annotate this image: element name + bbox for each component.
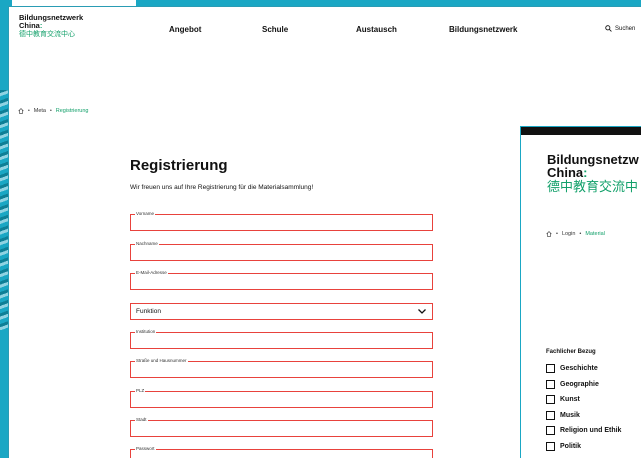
institution-label: Institution: [135, 329, 157, 335]
breadcrumb-separator: •: [579, 231, 582, 237]
filter-item[interactable]: Geographie: [546, 377, 621, 393]
overlay-breadcrumb-login[interactable]: Login: [562, 231, 575, 237]
search-button[interactable]: Suchen: [605, 25, 635, 32]
overlay-logo-colon-icon: :: [583, 165, 588, 180]
checkbox[interactable]: [546, 364, 555, 374]
search-icon: [605, 25, 612, 32]
email-label: E-Mail-Adresse: [135, 270, 168, 276]
street-label: Straße und Hausnummer: [135, 358, 188, 364]
overlay-top-bar: [521, 127, 641, 135]
stadt-label: Stadt: [135, 417, 148, 423]
logo-colon-icon: :: [39, 21, 43, 30]
overlay-logo-line-2: China: [547, 165, 584, 180]
funktion-select[interactable]: Funktion: [130, 303, 433, 320]
vorname-label: Vorname: [135, 211, 156, 217]
checkbox[interactable]: [546, 395, 555, 405]
nav-item-bildungsnetzwerk[interactable]: Bildungsnetzwerk: [449, 25, 517, 34]
checkbox[interactable]: [546, 441, 555, 451]
vorname-field[interactable]: Vorname: [130, 211, 433, 231]
page-title: Registrierung: [130, 157, 228, 174]
overlay-page: Bildungsnetzw China: 德中教育交流中 • Login • M…: [520, 126, 641, 458]
filter-label: Geographie: [560, 380, 599, 388]
checkbox[interactable]: [546, 379, 555, 389]
filter-label: Religion und Ethik: [560, 427, 622, 435]
nachname-field[interactable]: Nachname: [130, 241, 433, 261]
plz-field[interactable]: PLZ: [130, 388, 433, 408]
overlay-logo[interactable]: Bildungsnetzw China: 德中教育交流中: [547, 153, 639, 194]
filter-item[interactable]: Musik: [546, 408, 621, 424]
page-intro: Wir freuen uns auf Ihre Registrierung fü…: [130, 184, 314, 191]
nachname-label: Nachname: [135, 241, 159, 247]
filter-group: Fachlicher Bezug Geschichte Geographie K…: [546, 349, 621, 454]
institution-field[interactable]: Institution: [130, 329, 433, 349]
filter-item[interactable]: Geschichte: [546, 361, 621, 377]
home-icon[interactable]: [546, 231, 552, 237]
overlay-logo-line-3: 德中教育交流中: [547, 179, 639, 194]
filter-label: Musik: [560, 411, 580, 419]
checkbox[interactable]: [546, 426, 555, 436]
email-field[interactable]: E-Mail-Adresse: [130, 270, 433, 290]
nav-item-schule[interactable]: Schule: [262, 25, 288, 34]
filter-item[interactable]: Politik: [546, 439, 621, 455]
filter-item[interactable]: Kunst: [546, 392, 621, 408]
breadcrumb-item-current: Registrierung: [55, 108, 89, 114]
nav-item-angebot[interactable]: Angebot: [169, 25, 201, 34]
chevron-down-icon: [418, 309, 426, 314]
home-icon[interactable]: [18, 108, 24, 114]
checkbox[interactable]: [546, 410, 555, 420]
nav-item-austausch[interactable]: Austausch: [356, 25, 397, 34]
street-field[interactable]: Straße und Hausnummer: [130, 358, 433, 378]
password-field[interactable]: Passwort: [130, 446, 433, 458]
breadcrumb-item-meta[interactable]: Meta: [34, 108, 46, 114]
filter-label: Politik: [560, 442, 582, 450]
overlay-breadcrumb: • Login • Material: [546, 231, 605, 237]
filter-heading: Fachlicher Bezug: [546, 349, 596, 355]
plz-label: PLZ: [135, 388, 146, 394]
filter-item[interactable]: Religion und Ethik: [546, 423, 621, 439]
breadcrumb-separator: •: [556, 231, 558, 237]
logo-line-2: China: [19, 21, 40, 30]
password-label: Passwort: [135, 446, 156, 452]
stadt-field[interactable]: Stadt: [130, 417, 433, 437]
breadcrumb: • Meta • Registrierung: [18, 108, 88, 114]
search-label: Suchen: [615, 25, 636, 32]
funktion-select-value: Funktion: [136, 308, 161, 315]
overlay-breadcrumb-current: Material: [585, 231, 605, 237]
filter-label: Geschichte: [560, 365, 598, 373]
filter-label: Kunst: [560, 396, 580, 404]
breadcrumb-separator: •: [28, 108, 30, 114]
breadcrumb-separator: •: [50, 108, 52, 114]
site-logo[interactable]: Bildungsnetzwerk China: 德中教育交流中心: [19, 14, 83, 39]
logo-line-3: 德中教育交流中心: [19, 31, 75, 38]
